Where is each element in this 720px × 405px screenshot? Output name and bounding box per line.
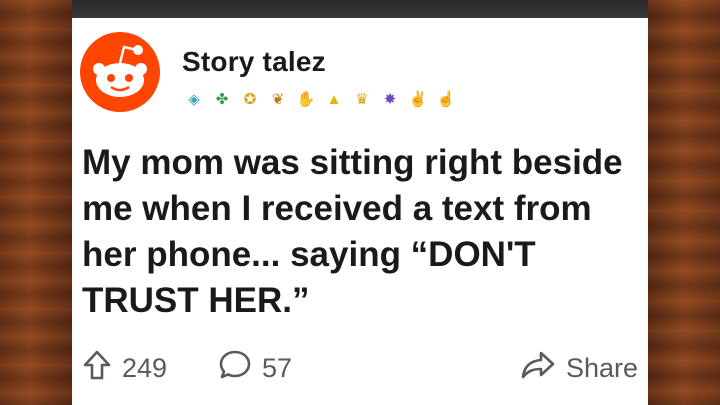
- leaf-badge-icon: ❦: [271, 90, 285, 108]
- star-badge-icon: ✪: [243, 90, 257, 108]
- background-top: [0, 0, 720, 18]
- upvote-count: 249: [122, 352, 168, 383]
- post-actions: 249 57 Share: [82, 348, 638, 388]
- background-left-wood: [0, 0, 72, 405]
- award-badges: ◈ ✤ ✪ ❦ ✋ ▲ ♛ ✸ ✌ ☝: [182, 86, 458, 112]
- post-card: Story talez ◈ ✤ ✪ ❦ ✋ ▲ ♛ ✸ ✌ ☝ My mom was sittin…: [72, 18, 648, 405]
- diamond-badge-icon: ◈: [188, 90, 200, 108]
- number-one-badge-icon: ✸: [383, 90, 397, 108]
- background-right-wood: [648, 0, 720, 405]
- share-arrow-icon: [520, 349, 556, 388]
- clap-badge-icon: ✌: [408, 90, 428, 108]
- hand-badge-icon: ✋: [296, 90, 316, 108]
- arrow-badge-icon: ▲: [326, 90, 342, 108]
- post-title: My mom was sitting right beside me when …: [82, 143, 623, 320]
- comment-count: 57: [262, 352, 293, 383]
- share-button[interactable]: Share: [520, 348, 638, 388]
- reddit-avatar-icon[interactable]: [80, 32, 160, 112]
- trophy-badge-icon: ♛: [355, 90, 369, 108]
- clover-badge-icon: ✤: [215, 90, 229, 108]
- upvote-button[interactable]: 249: [82, 348, 167, 388]
- upvote-arrow-icon: [82, 349, 112, 388]
- thumbs-up-badge-icon: ☝: [436, 90, 456, 108]
- comments-button[interactable]: 57: [218, 348, 292, 388]
- share-label: Share: [565, 352, 638, 383]
- post-author-name[interactable]: Story talez: [182, 46, 326, 78]
- comment-bubble-icon: [218, 349, 252, 388]
